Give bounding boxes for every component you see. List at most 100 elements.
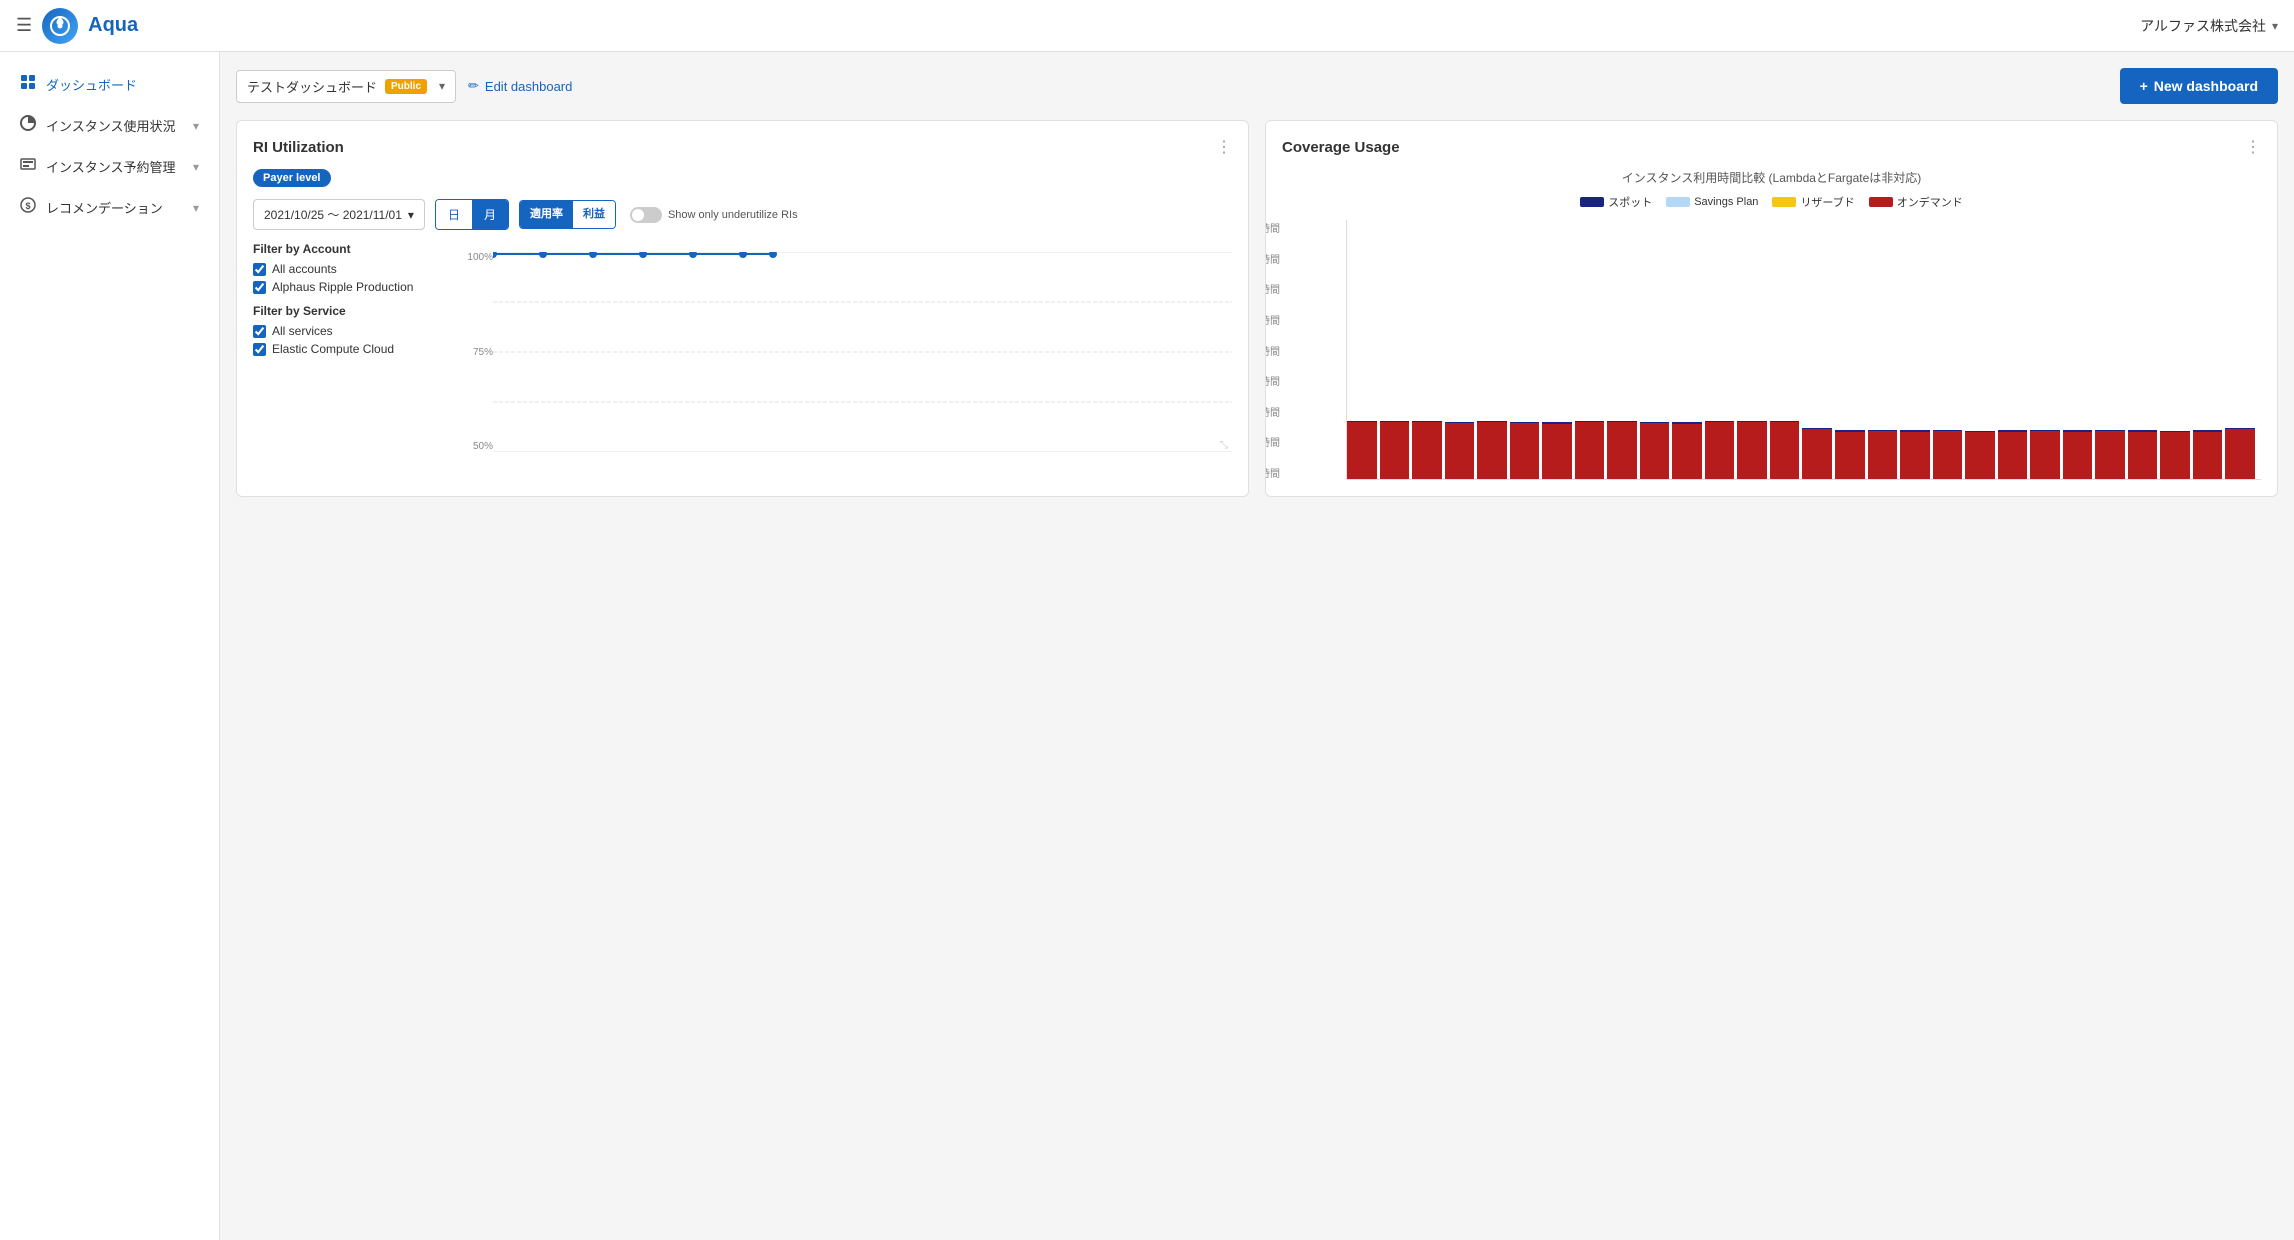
filter-service-section: Filter by Service All services Elastic C…	[253, 304, 453, 356]
filter-account-section: Filter by Account All accounts Alphaus R…	[253, 242, 453, 294]
chart-legend: スポット Savings Plan リザーブド オンデマンド	[1282, 194, 2261, 210]
bar-ondemand-segment	[1607, 422, 1637, 479]
payer-level-badge: Payer level	[253, 169, 331, 187]
account-all-item[interactable]: All accounts	[253, 262, 453, 276]
sidebar: ダッシュボード インスタンス使用状況 ▾ インスタンス予約管理 ▾	[0, 52, 220, 1240]
dashboard-name: テストダッシュボード	[247, 77, 377, 96]
view-toggle: 日 月	[435, 199, 509, 230]
legend-spot-label: スポット	[1608, 194, 1652, 210]
bar-ondemand-segment	[1380, 422, 1410, 479]
filter-account-title: Filter by Account	[253, 242, 453, 256]
coverage-y-axis: 400 時間 350 時間 300 時間 250 時間 200 時間 150 時…	[1265, 220, 1280, 480]
filter-service-title: Filter by Service	[253, 304, 453, 318]
instance-usage-chevron-icon: ▾	[193, 119, 199, 133]
rate-button[interactable]: 適用率	[520, 201, 573, 227]
legend-savings: Savings Plan	[1666, 196, 1758, 208]
sidebar-item-dashboard[interactable]: ダッシュボード	[0, 64, 219, 105]
bar-ondemand-segment	[2030, 431, 2060, 479]
sidebar-item-instance-usage[interactable]: インスタンス使用状況 ▾	[0, 105, 219, 146]
account-alphaus-item[interactable]: Alphaus Ripple Production	[253, 280, 453, 294]
date-selector[interactable]: 2021/10/25 〜 2021/11/01 ▾	[253, 199, 425, 230]
y-250: 250 時間	[1265, 312, 1280, 327]
bar-column	[1900, 220, 1930, 479]
view-day-button[interactable]: 日	[436, 200, 472, 229]
service-all-label: All services	[272, 324, 333, 338]
ri-filters: Filter by Account All accounts Alphaus R…	[253, 242, 453, 452]
date-chevron-icon: ▾	[408, 208, 414, 222]
view-month-button[interactable]: 月	[472, 200, 508, 229]
reservation-chevron-icon: ▾	[193, 160, 199, 174]
legend-spot: スポット	[1580, 194, 1652, 210]
bar-column	[1770, 220, 1800, 479]
sidebar-item-dashboard-label: ダッシュボード	[46, 75, 199, 94]
account-all-checkbox[interactable]	[253, 263, 266, 276]
bar-ondemand-segment	[1737, 422, 1767, 479]
coverage-widget-header: Coverage Usage ⋮	[1282, 137, 2261, 157]
dashboard-header-left: テストダッシュボード Public ▾ ✏ Edit dashboard	[236, 70, 572, 103]
legend-reserved-label: リザーブド	[1800, 194, 1854, 210]
bar-column	[1542, 220, 1572, 479]
company-chevron-icon: ▾	[2272, 19, 2278, 33]
bar-column	[1802, 220, 1832, 479]
bar-ondemand-segment	[1998, 432, 2028, 479]
bar-column	[2225, 220, 2255, 479]
ri-chart-area: Filter by Account All accounts Alphaus R…	[253, 242, 1232, 452]
account-alphaus-label: Alphaus Ripple Production	[272, 280, 413, 294]
bar-column	[1933, 220, 1963, 479]
date-range-label: 2021/10/25 〜 2021/11/01	[264, 206, 402, 223]
company-name: アルファス株式会社	[2140, 16, 2266, 36]
y-150: 150 時間	[1265, 373, 1280, 388]
bar-column	[1672, 220, 1702, 479]
bar-column	[2030, 220, 2060, 479]
dashboard-selector[interactable]: テストダッシュボード Public ▾	[236, 70, 456, 103]
ri-y-100: 100%	[453, 252, 493, 263]
bar-column	[1607, 220, 1637, 479]
bar-ondemand-segment	[2063, 432, 2093, 479]
bar-column	[1575, 220, 1605, 479]
bar-column	[2128, 220, 2158, 479]
bar-column	[1705, 220, 1735, 479]
bar-column	[1445, 220, 1475, 479]
ri-y-axis: 100% 75% 50%	[453, 252, 493, 452]
ri-widget-menu-icon[interactable]: ⋮	[1216, 137, 1232, 157]
sidebar-item-recommendation-label: レコメンデーション	[46, 198, 183, 217]
recommendation-icon: $	[20, 197, 36, 218]
profit-button[interactable]: 利益	[573, 201, 615, 227]
coverage-usage-widget: Coverage Usage ⋮ インスタンス利用時間比較 (LambdaとFa…	[1265, 120, 2278, 497]
hamburger-icon[interactable]: ☰	[16, 15, 32, 36]
bar-ondemand-segment	[1510, 423, 1540, 479]
underutilize-label: Show only underutilize RIs	[668, 209, 798, 221]
bar-ondemand-segment	[2095, 431, 2125, 479]
ri-widget-title: RI Utilization	[253, 139, 344, 156]
service-ec2-item[interactable]: Elastic Compute Cloud	[253, 342, 453, 356]
coverage-widget-menu-icon[interactable]: ⋮	[2245, 137, 2261, 157]
service-all-checkbox[interactable]	[253, 325, 266, 338]
bar-ondemand-segment	[2225, 429, 2255, 479]
company-selector[interactable]: アルファス株式会社 ▾	[2140, 16, 2278, 36]
y-50: 50 時間	[1265, 434, 1280, 449]
bar-ondemand-segment	[1640, 423, 1670, 479]
bar-column	[1412, 220, 1442, 479]
bar-ondemand-segment	[1542, 424, 1572, 479]
rate-profit-toggle: 適用率 利益	[519, 200, 616, 228]
new-dashboard-button[interactable]: + New dashboard	[2120, 68, 2278, 104]
sidebar-item-recommendation[interactable]: $ レコメンデーション ▾	[0, 187, 219, 228]
resize-handle-icon[interactable]: ⤡	[1220, 440, 1230, 450]
bar-column	[2193, 220, 2223, 479]
service-all-item[interactable]: All services	[253, 324, 453, 338]
ri-widget-header: RI Utilization ⋮	[253, 137, 1232, 157]
underutilize-toggle[interactable]	[630, 207, 662, 223]
edit-dashboard-button[interactable]: ✏ Edit dashboard	[468, 78, 572, 94]
service-ec2-label: Elastic Compute Cloud	[272, 342, 394, 356]
y-200: 200 時間	[1265, 343, 1280, 358]
bar-ondemand-segment	[1802, 429, 1832, 479]
new-dashboard-label: New dashboard	[2154, 78, 2258, 94]
account-alphaus-checkbox[interactable]	[253, 281, 266, 294]
instance-reservation-icon	[20, 156, 36, 177]
sidebar-item-reservation-label: インスタンス予約管理	[46, 157, 183, 176]
sidebar-item-instance-reservation[interactable]: インスタンス予約管理 ▾	[0, 146, 219, 187]
legend-ondemand-label: オンデマンド	[1897, 194, 1963, 210]
dashboard-header: テストダッシュボード Public ▾ ✏ Edit dashboard + N…	[236, 68, 2278, 104]
y-350: 350 時間	[1265, 251, 1280, 266]
service-ec2-checkbox[interactable]	[253, 343, 266, 356]
